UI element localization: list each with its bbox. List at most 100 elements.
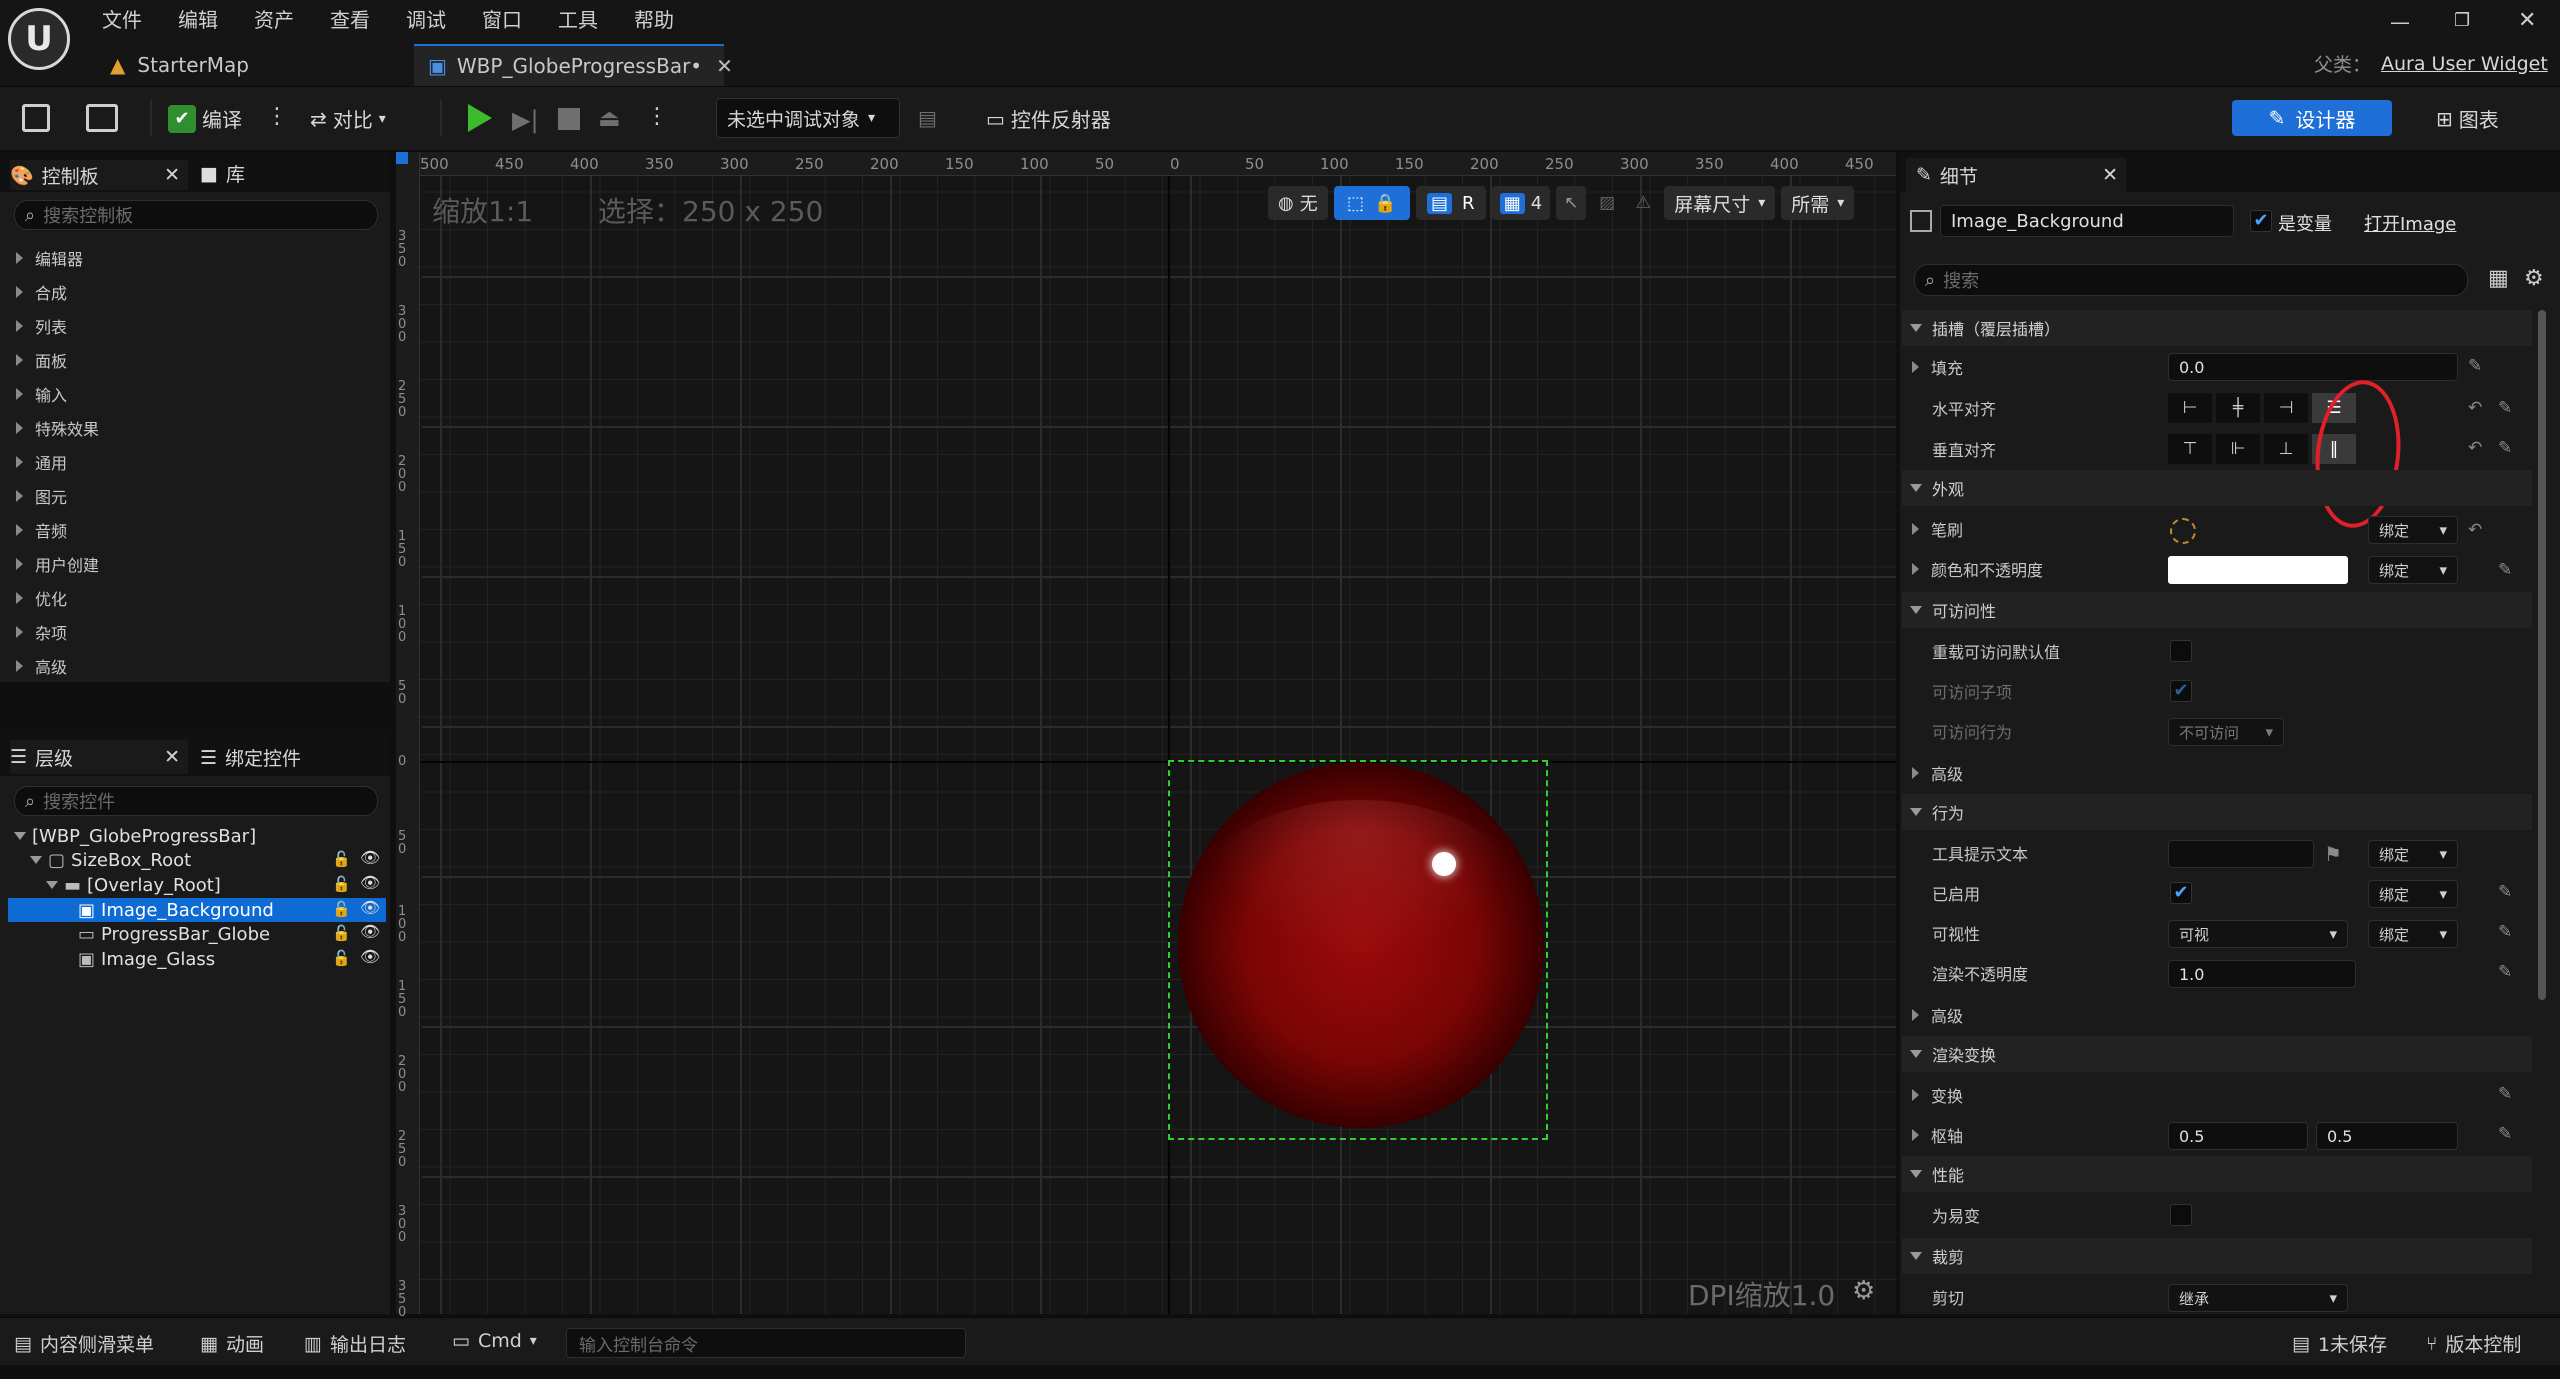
menu-edit[interactable]: 编辑 xyxy=(178,4,218,33)
section-performance[interactable]: 性能 xyxy=(1902,1156,2532,1192)
menu-tools[interactable]: 工具 xyxy=(558,4,598,33)
close-window-icon[interactable]: ✕ xyxy=(2518,8,2536,33)
brush-bind-dropdown[interactable]: 绑定 ▾ xyxy=(2368,516,2458,544)
palette-category[interactable]: 优化 xyxy=(16,586,67,610)
play-options-icon[interactable]: ⋮ xyxy=(646,104,668,129)
stop-icon[interactable] xyxy=(558,108,580,130)
debug-target-dropdown[interactable]: 未选中调试对象 ▾ xyxy=(716,98,900,138)
tree-item-image-glass[interactable]: ▣ Image_Glass xyxy=(78,947,215,971)
graph-button[interactable]: ⊞ 图表 xyxy=(2436,104,2499,133)
section-clipping[interactable]: 裁剪 xyxy=(1902,1238,2532,1274)
settings-gear-icon[interactable]: ⚙ xyxy=(2524,266,2544,291)
play-icon[interactable] xyxy=(468,104,492,132)
tree-item-sizebox[interactable]: ▢ SizeBox_Root xyxy=(30,848,191,872)
tree-item-root[interactable]: [WBP_GlobeProgressBar] xyxy=(14,824,256,848)
align-bottom-icon[interactable]: ⊥ xyxy=(2264,434,2308,464)
tab-widget-blueprint[interactable]: ▣ WBP_GlobeProgressBar• ✕ xyxy=(414,44,733,86)
preview-mode-button[interactable]: ◍ 无 xyxy=(1268,186,1328,220)
padding-input[interactable]: 0.0 xyxy=(2168,353,2458,381)
designer-button[interactable]: ✎ 设计器 xyxy=(2232,100,2392,136)
respect-lock-toggle[interactable]: ⬚ 🔒 xyxy=(1333,186,1410,220)
tree-item-image-background[interactable]: ▣ Image_Background xyxy=(78,898,274,922)
palette-category[interactable]: 面板 xyxy=(16,348,67,372)
screen-size-dropdown[interactable]: 屏幕尺寸 ▾ xyxy=(1664,186,1776,220)
section-accessibility[interactable]: 可访问性 xyxy=(1902,592,2532,628)
bind-property-icon[interactable]: ✎ xyxy=(2498,1084,2512,1104)
volatile-checkbox[interactable] xyxy=(2170,1204,2192,1226)
localize-flag-icon[interactable]: ⚑ xyxy=(2324,842,2342,866)
unlock-icon[interactable]: 🔓 xyxy=(332,900,351,918)
unlock-icon[interactable]: 🔓 xyxy=(332,924,351,942)
palette-category[interactable]: 高级 xyxy=(16,654,67,678)
palette-category[interactable]: 输入 xyxy=(16,382,67,406)
close-icon[interactable]: ✕ xyxy=(164,164,180,186)
unlock-icon[interactable]: 🔓 xyxy=(332,875,351,893)
unsaved-button[interactable]: ▤ 1未保存 xyxy=(2292,1330,2387,1357)
menu-debug[interactable]: 调试 xyxy=(406,4,446,33)
layout-toggle[interactable]: ▤ R xyxy=(1415,186,1486,220)
widget-name-input[interactable]: Image_Background xyxy=(1940,205,2234,237)
bind-property-icon[interactable]: ✎ xyxy=(2498,438,2512,458)
expand-icon[interactable] xyxy=(46,881,58,889)
row-access-advanced[interactable]: 高级 xyxy=(1902,754,2532,792)
bind-property-icon[interactable]: ✎ xyxy=(2498,882,2512,902)
palette-category[interactable]: 图元 xyxy=(16,484,67,508)
is-variable-checkbox[interactable]: ✔ xyxy=(2250,210,2272,232)
visibility-eye-icon[interactable]: 👁 xyxy=(360,873,380,892)
section-render-transform[interactable]: 渲染变换 xyxy=(1902,1036,2532,1072)
source-control-button[interactable]: ⑂ 版本控制 xyxy=(2426,1330,2521,1357)
pivot-x-input[interactable]: 0.5 xyxy=(2168,1122,2308,1150)
palette-category[interactable]: 编辑器 xyxy=(16,246,83,270)
close-icon[interactable]: ✕ xyxy=(164,746,180,768)
palette-search-input[interactable]: ⌕ 搜索控制板 xyxy=(14,200,378,230)
minimize-icon[interactable]: — xyxy=(2390,10,2410,34)
align-top-icon[interactable]: ⊤ xyxy=(2168,434,2212,464)
expand-icon[interactable] xyxy=(30,856,42,864)
bind-property-icon[interactable]: ✎ xyxy=(2498,922,2512,942)
section-behavior[interactable]: 行为 xyxy=(1902,794,2532,830)
select-mode-icon[interactable]: ↖ xyxy=(1556,186,1587,220)
tab-palette[interactable]: 🎨 控制板 ✕ xyxy=(10,160,188,190)
brush-preview-icon[interactable] xyxy=(2170,518,2196,544)
visibility-bind-dropdown[interactable]: 绑定 ▾ xyxy=(2368,920,2458,948)
tab-hierarchy[interactable]: ☰ 层级 ✕ xyxy=(10,740,188,774)
output-log-button[interactable]: ▥ 输出日志 xyxy=(304,1330,406,1357)
close-tab-icon[interactable]: ✕ xyxy=(716,54,733,78)
palette-category[interactable]: 特殊效果 xyxy=(16,416,99,440)
browse-icon[interactable] xyxy=(86,104,118,132)
palette-category[interactable]: 合成 xyxy=(16,280,67,304)
bind-property-icon[interactable]: ✎ xyxy=(2498,398,2512,418)
content-drawer-button[interactable]: ▤ 内容侧滑菜单 xyxy=(14,1330,154,1357)
tab-bind-widgets[interactable]: ☰ 绑定控件 xyxy=(200,744,301,771)
menu-help[interactable]: 帮助 xyxy=(634,4,674,33)
bind-property-icon[interactable]: ✎ xyxy=(2498,1124,2512,1144)
debug-filter-icon[interactable]: ▤ xyxy=(918,106,937,130)
bind-property-icon[interactable]: ✎ xyxy=(2498,560,2512,580)
enabled-checkbox[interactable]: ✔ xyxy=(2170,882,2192,904)
details-scrollbar[interactable] xyxy=(2538,310,2546,1000)
palette-category[interactable]: 通用 xyxy=(16,450,67,474)
parent-class-link[interactable]: Aura User Widget xyxy=(2381,53,2548,75)
tooltip-bind-dropdown[interactable]: 绑定 ▾ xyxy=(2368,840,2458,868)
tooltip-input[interactable] xyxy=(2168,840,2314,868)
reset-icon[interactable]: ↶ xyxy=(2468,398,2482,418)
align-left-icon[interactable]: ⊢ xyxy=(2168,393,2212,423)
render-opacity-input[interactable]: 1.0 xyxy=(2168,960,2356,988)
enabled-bind-dropdown[interactable]: 绑定 ▾ xyxy=(2368,880,2458,908)
align-right-icon[interactable]: ⊣ xyxy=(2264,393,2308,423)
cmd-dropdown[interactable]: ▭ Cmd ▾ xyxy=(452,1330,537,1352)
tree-item-progressbar[interactable]: ▭ ProgressBar_Globe xyxy=(78,922,270,946)
tab-library[interactable]: ■ 库 xyxy=(200,160,245,187)
reset-icon[interactable]: ↶ xyxy=(2468,520,2482,540)
details-search-input[interactable]: ⌕ 搜索 xyxy=(1914,264,2468,296)
compile-button[interactable]: ✔ 编译 xyxy=(168,104,242,133)
save-icon[interactable] xyxy=(22,104,50,132)
pivot-y-input[interactable]: 0.5 xyxy=(2316,1122,2458,1150)
visibility-eye-icon[interactable]: 👁 xyxy=(360,848,380,867)
tab-starter-map[interactable]: ▲ StarterMap xyxy=(96,44,406,86)
unlock-icon[interactable]: 🔓 xyxy=(332,850,351,868)
table-view-icon[interactable]: ▦ xyxy=(2488,266,2509,291)
palette-category[interactable]: 音频 xyxy=(16,518,67,542)
widget-reflector-button[interactable]: ▭ 控件反射器 xyxy=(986,104,1111,133)
visibility-eye-icon[interactable]: 👁 xyxy=(360,947,380,966)
